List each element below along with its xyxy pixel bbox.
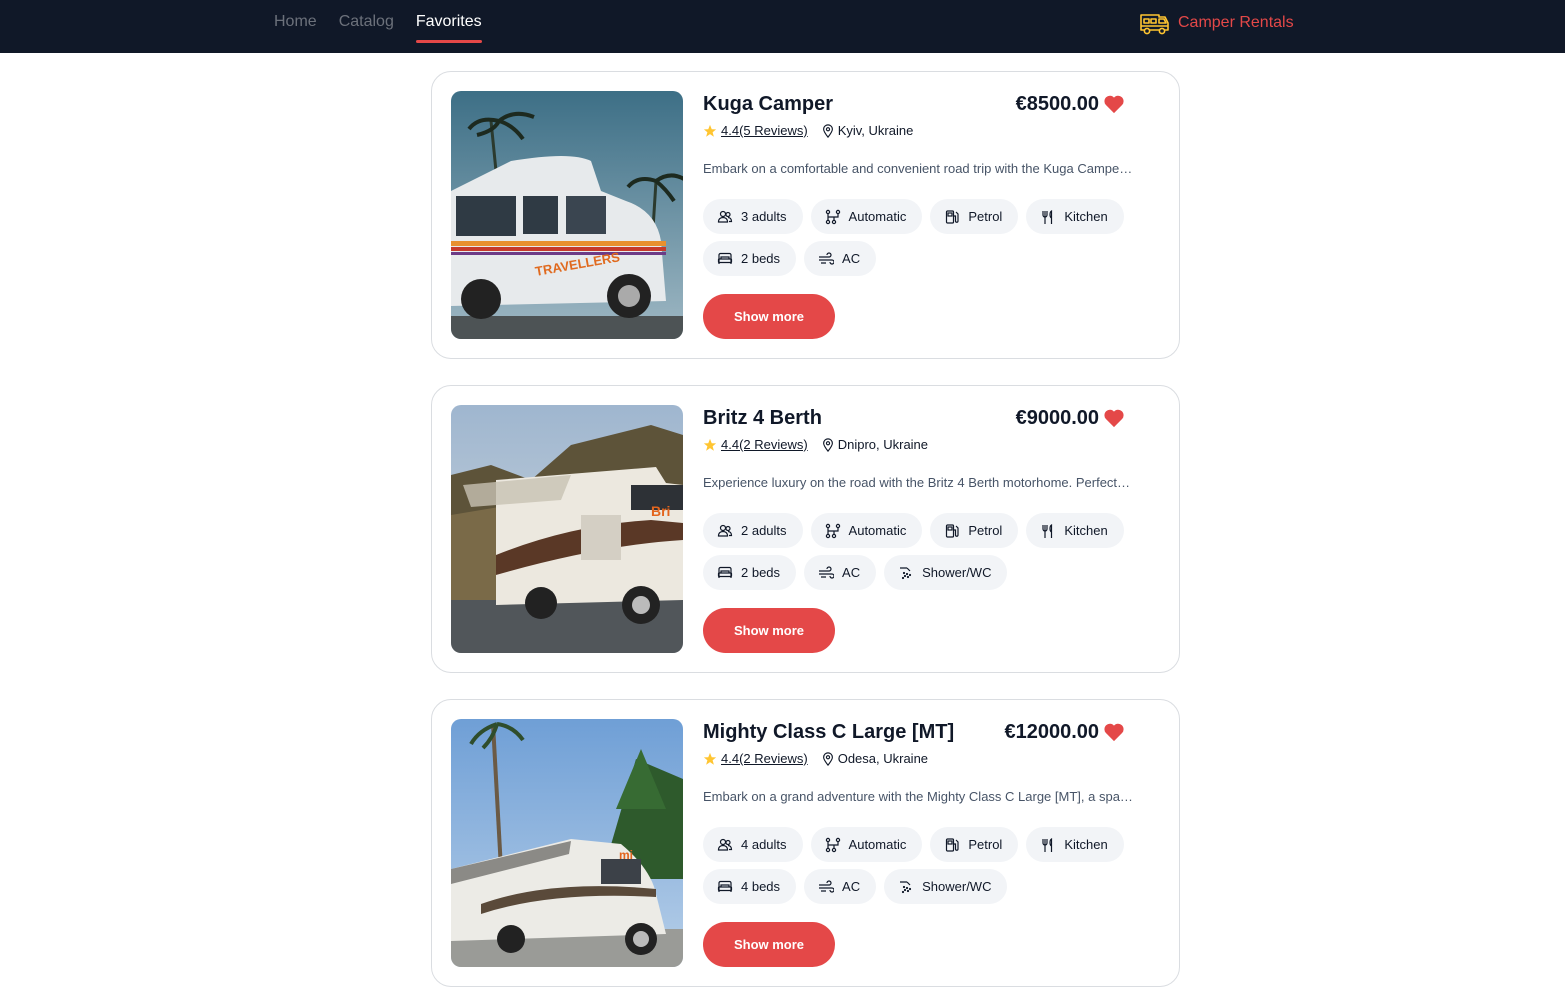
location-pin-icon bbox=[822, 438, 833, 452]
camper-photo: TRAVELLERS bbox=[451, 91, 683, 339]
favorite-heart-icon[interactable] bbox=[1103, 408, 1125, 428]
camper-name: Britz 4 Berth bbox=[703, 407, 822, 429]
kitchen-icon bbox=[1042, 837, 1053, 852]
top-navigation-bar: Home Catalog Favorites Camper Rentals bbox=[0, 0, 1565, 53]
feature-chip: 2 beds bbox=[703, 555, 797, 590]
main-nav: Home Catalog Favorites bbox=[274, 0, 482, 53]
camper-price: €8500.00 bbox=[1015, 93, 1099, 115]
camper-location: Odesa, Ukraine bbox=[837, 751, 929, 766]
camper-name: Kuga Camper bbox=[703, 93, 834, 115]
feature-chip: 4 adults bbox=[703, 827, 803, 862]
camper-description: Embark on a comfortable and convenient r… bbox=[703, 161, 1133, 176]
feature-chip: Kitchen bbox=[1026, 513, 1124, 548]
camper-card: TRAVELLERS Kuga Camper €8500.00 4.4(5 Re… bbox=[431, 71, 1180, 359]
camper-van-icon bbox=[1140, 14, 1169, 35]
show-more-button[interactable]: Show more bbox=[703, 294, 835, 339]
feature-chip: Petrol bbox=[930, 513, 1019, 548]
camper-location: Dnipro, Ukraine bbox=[837, 437, 929, 452]
feature-chips: 2 adults Automatic Petrol Kitchen 2 beds… bbox=[703, 513, 1143, 590]
camper-price: €12000.00 bbox=[1004, 721, 1099, 743]
feature-chip: Shower/WC bbox=[884, 869, 1008, 904]
kitchen-icon bbox=[1042, 523, 1053, 538]
reviews-link[interactable]: 4.4(2 Reviews) bbox=[721, 437, 808, 453]
bed-icon bbox=[717, 252, 733, 264]
camper-card: mi Mighty Class C Large [MT] €12000.00 4… bbox=[431, 699, 1180, 987]
ac-icon bbox=[819, 565, 835, 579]
ac-icon bbox=[819, 879, 835, 893]
feature-chip: 2 adults bbox=[703, 513, 803, 548]
kitchen-icon bbox=[1042, 209, 1053, 224]
nav-link-catalog[interactable]: Catalog bbox=[339, 0, 394, 53]
feature-chip: 2 beds bbox=[703, 241, 797, 276]
fuel-icon bbox=[946, 837, 959, 852]
star-icon bbox=[703, 124, 717, 137]
feature-chip: Petrol bbox=[930, 199, 1019, 234]
location-pin-icon bbox=[822, 124, 833, 138]
camper-meta: 4.4(5 Reviews) Kyiv, Ukraine bbox=[703, 123, 913, 139]
camper-meta: 4.4(2 Reviews) Dnipro, Ukraine bbox=[703, 437, 928, 453]
favorite-heart-icon[interactable] bbox=[1103, 94, 1125, 114]
fuel-icon bbox=[946, 523, 959, 538]
feature-chip: Kitchen bbox=[1026, 827, 1124, 862]
feature-chips: 4 adults Automatic Petrol Kitchen 4 beds… bbox=[703, 827, 1143, 904]
show-more-button[interactable]: Show more bbox=[703, 922, 835, 967]
camper-meta: 4.4(2 Reviews) Odesa, Ukraine bbox=[703, 751, 928, 767]
brand-name: Camper Rentals bbox=[1178, 14, 1294, 31]
shower-icon bbox=[900, 880, 912, 893]
camper-description: Experience luxury on the road with the B… bbox=[703, 475, 1133, 490]
bed-icon bbox=[717, 566, 733, 578]
camper-photo: Bri bbox=[451, 405, 683, 653]
feature-chip: AC bbox=[804, 869, 877, 904]
nav-link-home[interactable]: Home bbox=[274, 0, 317, 53]
feature-chip: Automatic bbox=[810, 827, 923, 862]
reviews-link[interactable]: 4.4(5 Reviews) bbox=[721, 123, 808, 139]
svg-text:mi: mi bbox=[619, 848, 633, 862]
svg-text:Bri: Bri bbox=[651, 503, 670, 519]
feature-chip: 3 adults bbox=[703, 199, 803, 234]
feature-chips: 3 adults Automatic Petrol Kitchen 2 beds… bbox=[703, 199, 1143, 276]
feature-chip: Automatic bbox=[810, 513, 923, 548]
nav-link-favorites[interactable]: Favorites bbox=[415, 0, 482, 53]
camper-photo: mi bbox=[451, 719, 683, 967]
people-icon bbox=[717, 838, 733, 851]
star-icon bbox=[703, 752, 717, 765]
feature-chip: AC bbox=[804, 555, 877, 590]
reviews-link[interactable]: 4.4(2 Reviews) bbox=[721, 751, 808, 767]
camper-location: Kyiv, Ukraine bbox=[837, 123, 914, 138]
brand-logo-link[interactable]: Camper Rentals bbox=[1139, 9, 1294, 37]
camper-description: Embark on a grand adventure with the Mig… bbox=[703, 789, 1133, 804]
camper-name: Mighty Class C Large [MT] bbox=[703, 721, 955, 743]
feature-chip: 4 beds bbox=[703, 869, 797, 904]
ac-icon bbox=[819, 251, 835, 265]
feature-chip: Petrol bbox=[930, 827, 1019, 862]
people-icon bbox=[717, 524, 733, 537]
favorites-list: TRAVELLERS Kuga Camper €8500.00 4.4(5 Re… bbox=[431, 71, 1180, 1006]
camper-price: €9000.00 bbox=[1015, 407, 1099, 429]
location-pin-icon bbox=[822, 752, 833, 766]
shower-icon bbox=[900, 566, 912, 579]
fuel-icon bbox=[946, 209, 959, 224]
feature-chip: Shower/WC bbox=[884, 555, 1008, 590]
transmission-icon bbox=[825, 837, 840, 852]
favorite-heart-icon[interactable] bbox=[1103, 722, 1125, 742]
feature-chip: Kitchen bbox=[1026, 199, 1124, 234]
show-more-button[interactable]: Show more bbox=[703, 608, 835, 653]
feature-chip: Automatic bbox=[810, 199, 923, 234]
star-icon bbox=[703, 438, 717, 451]
transmission-icon bbox=[825, 209, 840, 224]
camper-card: Bri Britz 4 Berth €9000.00 4.4(2 Reviews… bbox=[431, 385, 1180, 673]
people-icon bbox=[717, 210, 733, 223]
bed-icon bbox=[717, 880, 733, 892]
transmission-icon bbox=[825, 523, 840, 538]
feature-chip: AC bbox=[804, 241, 877, 276]
